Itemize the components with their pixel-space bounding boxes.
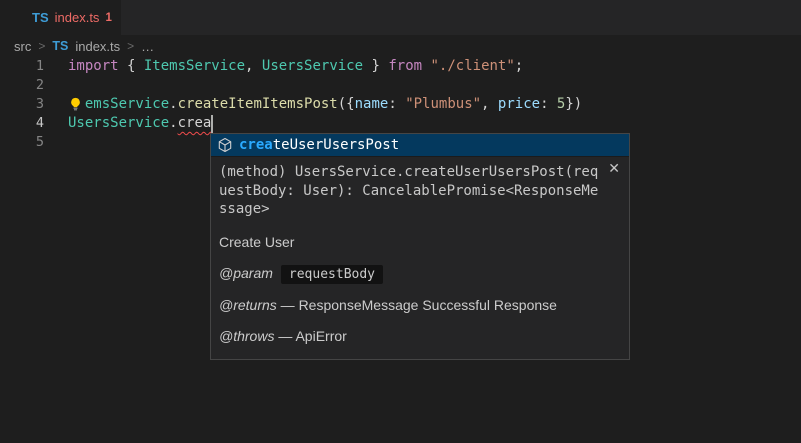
code-line[interactable]: 2 [0,76,801,95]
chevron-right-icon: > [127,39,134,53]
code-text: ItemsService.createItemItemsPost({name: … [68,95,582,114]
code-token: . [169,96,177,112]
doc-param-row: @param requestBody [219,265,619,282]
breadcrumb: src > TS index.ts > … [0,35,801,57]
line-number: 5 [0,133,44,152]
text-cursor [211,115,213,133]
code-token: , [245,58,262,74]
signature-line: ssage> [219,200,619,219]
chevron-right-icon: > [38,39,45,53]
code-text: UsersService.crea [68,114,211,133]
code-token: : [540,96,557,112]
suggestion-match-text: crea [239,137,273,153]
method-signature: (method) UsersService.createUserUsersPos… [219,163,619,219]
code-token: UsersService [68,115,169,131]
code-action-lightbulb-icon[interactable] [66,95,84,114]
vscode-window: TS index.ts 1 src > TS index.ts > … 1 imp… [0,0,801,443]
suggestion-docs-panel: ✕ (method) UsersService.createUserUsersP… [211,156,629,359]
breadcrumb-folder[interactable]: src [14,39,31,54]
throws-text: — ApiError [274,328,346,344]
code-token [422,58,430,74]
param-name-chip: requestBody [281,265,383,284]
code-token: "./client" [431,58,515,74]
code-token: ; [515,58,523,74]
tab-file-name: index.ts [55,10,100,25]
code-token: : [388,96,405,112]
suggestion-rest-text: teUserUsersPost [273,137,399,153]
doc-summary: Create User [219,234,619,250]
code-token: import [68,58,119,74]
code-token: } [363,58,388,74]
doc-returns-row: @returns — ResponseMessage Successful Re… [219,297,619,313]
code-token: ItemsService [144,58,245,74]
breadcrumb-file[interactable]: index.ts [75,39,120,54]
line-number: 2 [0,76,44,95]
code-token: , [481,96,498,112]
signature-line: uestBody: User): CancelablePromise<Respo… [219,182,619,201]
close-icon[interactable]: ✕ [608,161,620,175]
line-number: 4 [0,114,44,133]
code-token: crea [178,115,212,131]
suggestion-label: createUserUsersPost [239,137,399,153]
returns-text: — ResponseMessage Successful Response [277,297,557,313]
code-token: { [119,58,144,74]
line-number: 1 [0,57,44,76]
signature-line: (method) UsersService.createUserUsersPos… [219,163,619,182]
doc-throws-row: @throws — ApiError [219,328,619,344]
code-token: from [388,58,422,74]
tab-error-count-badge: 1 [105,12,111,24]
code-token: UsersService [262,58,363,74]
code-line[interactable]: 3 ItemsService.createItemItemsPost({name:… [0,95,801,114]
intellisense-suggest-widget: createUserUsersPost ✕ (method) UsersServ… [210,133,630,360]
code-token: createItemItemsPost [178,96,338,112]
breadcrumb-symbol-ellipsis[interactable]: … [141,39,154,54]
jsdoc-returns-tag: @returns [219,297,277,313]
code-token: }) [565,96,582,112]
jsdoc-param-tag: @param [219,265,273,281]
code-token: . [169,115,177,131]
code-token: "Plumbus" [405,96,481,112]
typescript-file-icon: TS [32,10,49,25]
code-line[interactable]: 4 UsersService.crea [0,114,801,133]
typescript-file-icon: TS [52,39,68,53]
suggestion-item-selected[interactable]: createUserUsersPost [211,134,629,156]
tab-index-ts[interactable]: TS index.ts 1 [0,0,121,35]
jsdoc-throws-tag: @throws [219,328,274,344]
code-token: ({ [338,96,355,112]
code-line[interactable]: 1 import { ItemsService, UsersService } f… [0,57,801,76]
tab-bar: TS index.ts 1 [0,0,801,35]
code-text: import { ItemsService, UsersService } fr… [68,57,523,76]
code-token: price [498,96,540,112]
symbol-method-cube-icon [217,137,233,153]
code-token: name [355,96,389,112]
line-number: 3 [0,95,44,114]
